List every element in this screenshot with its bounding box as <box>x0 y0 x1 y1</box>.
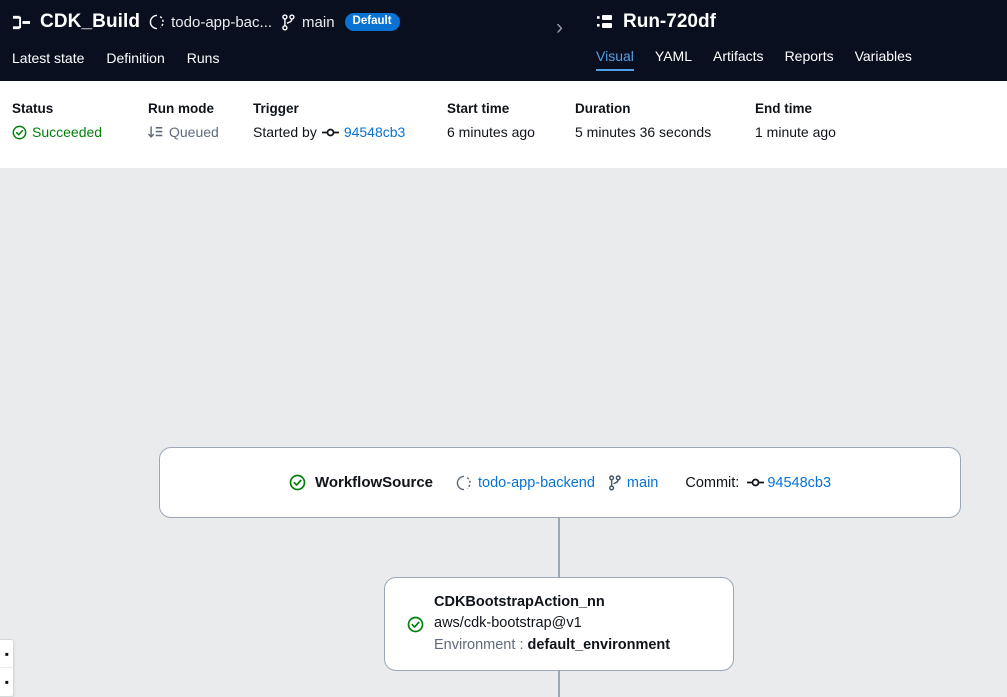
run-mode-value-text: Queued <box>169 124 219 140</box>
top-header: CDK_Build todo-app-bac... main Default L… <box>0 0 1007 81</box>
run-status-bar: Status Succeeded Run mode Queued Trigger… <box>0 81 1007 168</box>
workflow-graph-canvas[interactable]: WorkflowSource todo-app-backend main Com… <box>0 168 1007 697</box>
source-commit-label: Commit: <box>685 474 740 491</box>
tab-latest-state[interactable]: Latest state <box>12 50 84 70</box>
node-environment-value: default_environment <box>527 636 671 653</box>
run-title-row: Run-720df <box>596 8 912 36</box>
end-time-value: 1 minute ago <box>755 124 836 140</box>
repository-icon <box>149 14 165 30</box>
commit-icon <box>321 126 339 139</box>
repository-name: todo-app-bac... <box>171 13 273 31</box>
node-cdk-bootstrap-action[interactable]: CDKBootstrapAction_nn aws/cdk-bootstrap@… <box>384 577 734 671</box>
queued-icon <box>148 125 164 140</box>
tab-yaml[interactable]: YAML <box>655 48 692 71</box>
source-branch-name: main <box>626 474 659 491</box>
zoom-out-icon: ▪ <box>4 675 9 689</box>
status-value: Succeeded <box>12 124 148 140</box>
status-field-end-time: End time 1 minute ago <box>755 101 905 168</box>
workflow-name: CDK_Build <box>40 11 141 32</box>
node-content: CDKBootstrapAction_nn aws/cdk-bootstrap@… <box>434 593 670 656</box>
workflow-header-section: CDK_Build todo-app-bac... main Default L… <box>0 0 560 81</box>
status-value-text: Succeeded <box>32 124 103 140</box>
canvas-zoom-controls[interactable]: ▪ ▪ <box>0 639 14 697</box>
tab-runs[interactable]: Runs <box>187 50 220 70</box>
duration-value: 5 minutes 36 seconds <box>575 124 712 140</box>
trigger-label: Trigger <box>253 101 299 116</box>
tab-reports[interactable]: Reports <box>785 48 834 71</box>
zoom-in-icon: ▪ <box>4 646 9 661</box>
workflow-source-name: WorkflowSource <box>314 474 434 491</box>
zoom-in-button[interactable]: ▪ <box>0 640 13 668</box>
trigger-prefix: Started by <box>253 124 317 140</box>
status-label: Status <box>12 101 54 116</box>
success-check-icon <box>289 474 306 491</box>
repository-chip[interactable]: todo-app-bac... <box>149 14 272 31</box>
repository-icon <box>456 475 472 491</box>
tab-variables[interactable]: Variables <box>855 48 912 71</box>
status-field-status: Status Succeeded <box>12 101 148 168</box>
node-environment-label: Environment <box>434 636 516 653</box>
branch-icon <box>281 13 296 31</box>
branch-icon <box>608 474 622 491</box>
run-name: Run-720df <box>623 11 716 32</box>
duration-label: Duration <box>575 101 631 116</box>
source-commit-link[interactable]: 94548cb3 <box>767 475 831 491</box>
end-time-label: End time <box>755 101 813 116</box>
success-check-icon <box>12 125 27 140</box>
run-mode-value: Queued <box>148 124 253 140</box>
edge-source-to-bootstrap <box>558 518 560 577</box>
tab-definition[interactable]: Definition <box>106 50 164 70</box>
success-check-icon <box>407 616 424 633</box>
default-branch-badge: Default <box>344 12 400 32</box>
node-environment: Environment : default_environment <box>434 636 670 656</box>
workflow-subtabs: Latest state Definition Runs <box>12 50 560 70</box>
status-field-run-mode: Run mode Queued <box>148 101 253 168</box>
node-action-ref: aws/cdk-bootstrap@v1 <box>434 615 582 632</box>
source-repository-name: todo-app-backend <box>478 474 595 491</box>
branch-chip[interactable]: main Default <box>281 12 400 32</box>
node-workflow-source[interactable]: WorkflowSource todo-app-backend main Com… <box>159 447 961 518</box>
zoom-out-button[interactable]: ▪ <box>0 668 13 696</box>
workflow-title-row: CDK_Build todo-app-bac... main Default <box>12 8 560 36</box>
run-tabs: Visual YAML Artifacts Reports Variables <box>596 48 912 71</box>
run-mode-label: Run mode <box>148 101 214 116</box>
source-branch-link[interactable]: main <box>608 475 658 491</box>
edge-bootstrap-to-build <box>558 671 560 697</box>
breadcrumb-chevron-icon: › <box>556 16 563 39</box>
trigger-commit-link[interactable]: 94548cb3 <box>344 124 406 140</box>
branch-name: main <box>302 13 335 31</box>
status-field-trigger: Trigger Started by 94548cb3 <box>253 101 447 168</box>
source-commit: Commit: 94548cb3 <box>685 475 831 491</box>
node-environment-separator: : <box>519 636 524 653</box>
status-field-start-time: Start time 6 minutes ago <box>447 101 575 168</box>
tab-visual[interactable]: Visual <box>596 48 634 71</box>
status-field-duration: Duration 5 minutes 36 seconds <box>575 101 755 168</box>
workflow-source-content: WorkflowSource todo-app-backend main Com… <box>289 474 831 491</box>
start-time-label: Start time <box>447 101 510 116</box>
run-header-section: Run-720df Visual YAML Artifacts Reports … <box>560 0 912 81</box>
run-icon <box>596 13 614 31</box>
start-time-value: 6 minutes ago <box>447 124 535 140</box>
tab-artifacts[interactable]: Artifacts <box>713 48 764 71</box>
workflow-icon <box>12 13 31 32</box>
node-title: CDKBootstrapAction_nn <box>434 593 605 610</box>
commit-icon <box>747 476 765 489</box>
trigger-value: Started by 94548cb3 <box>253 124 447 140</box>
source-repository-link[interactable]: todo-app-backend <box>456 475 595 491</box>
